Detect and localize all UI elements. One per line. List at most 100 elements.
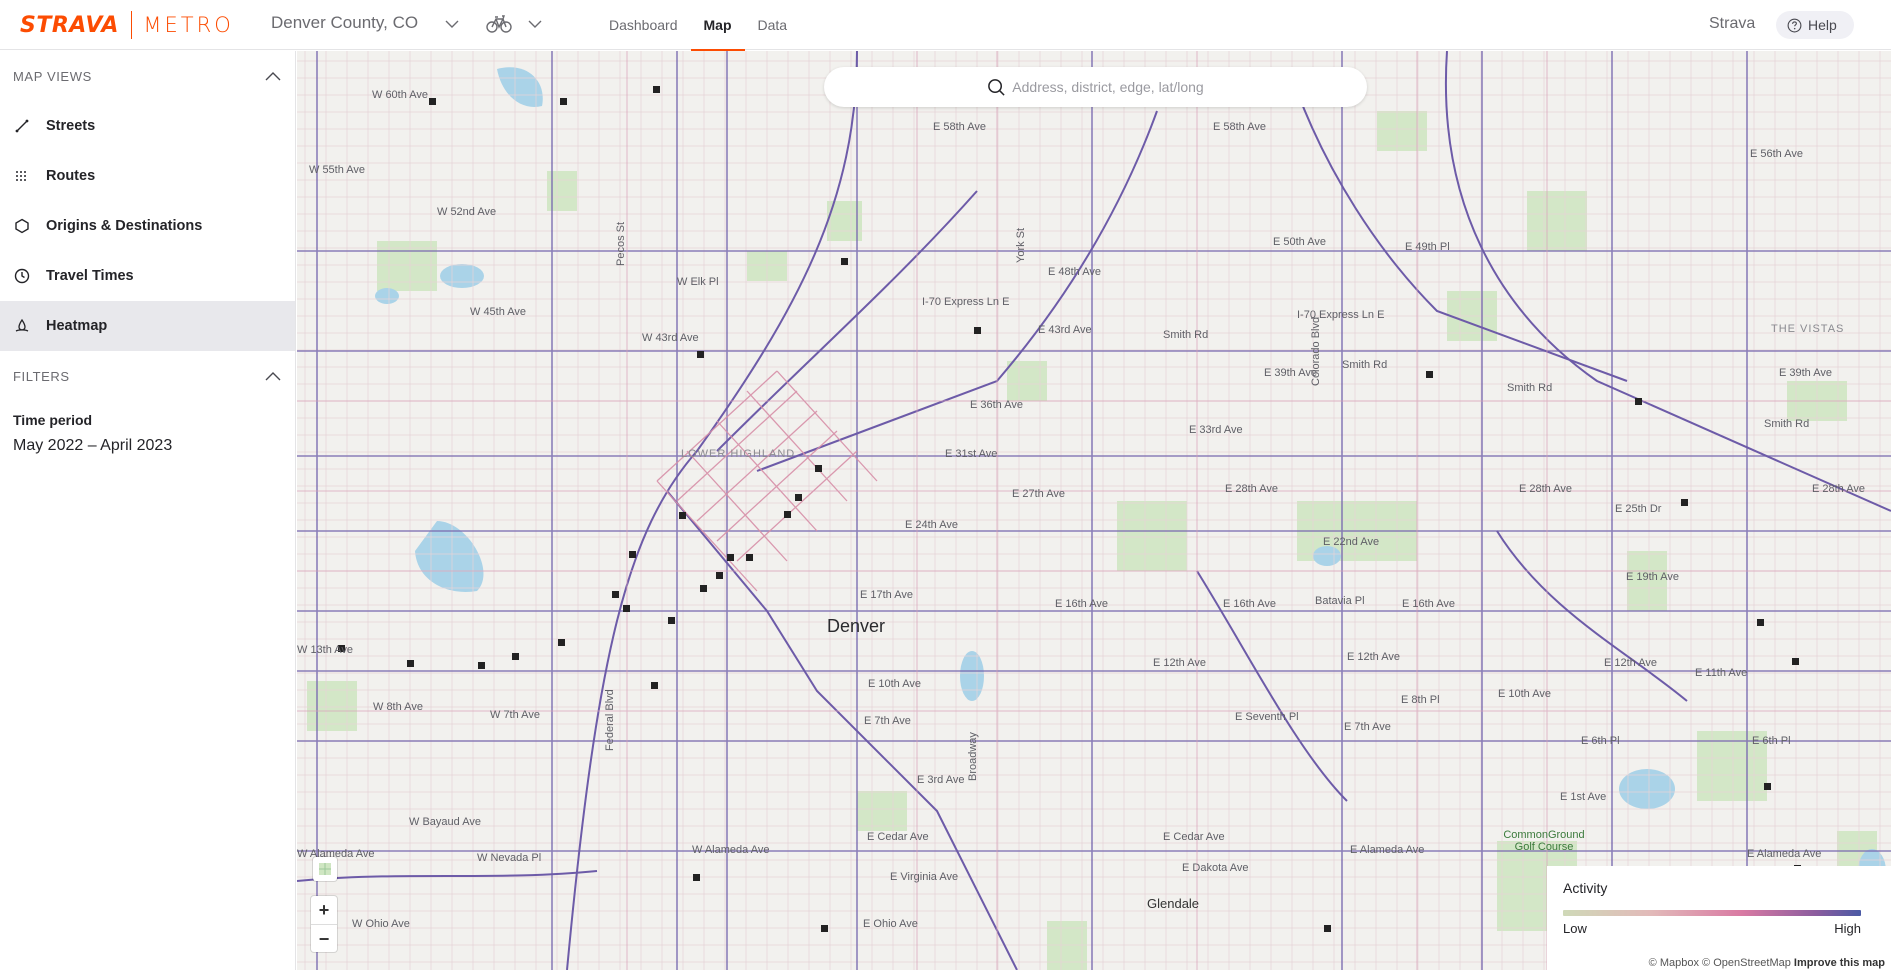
street-label: E 8th Pl bbox=[1401, 694, 1440, 706]
street-label: E 19th Ave bbox=[1626, 571, 1680, 583]
zoom-control: + − bbox=[311, 896, 337, 952]
tab-dashboard[interactable]: Dashboard bbox=[596, 0, 691, 50]
street-label: E 3rd Ave bbox=[917, 774, 965, 786]
layers-button[interactable] bbox=[313, 857, 337, 881]
map-views-title: MAP VIEWS bbox=[13, 68, 92, 84]
label-glendale: Glendale bbox=[1147, 896, 1200, 911]
street-label: W Elk Pl bbox=[677, 276, 719, 288]
street-label: E Seventh Pl bbox=[1235, 711, 1299, 723]
attribution-osm[interactable]: © OpenStreetMap bbox=[1702, 957, 1791, 969]
chevron-up-icon[interactable] bbox=[265, 371, 281, 381]
street-label: E Alameda Ave bbox=[1747, 848, 1822, 860]
street-label: E Cedar Ave bbox=[1163, 831, 1225, 843]
logo-strava-text: STRAVA bbox=[20, 12, 119, 38]
filters-header[interactable]: FILTERS bbox=[0, 351, 295, 401]
street-label: E Ohio Ave bbox=[863, 918, 918, 930]
street-label: E 10th Ave bbox=[1498, 688, 1552, 700]
street-label: E 16th Ave bbox=[1402, 598, 1456, 610]
strava-metro-logo[interactable]: STRAVA METRO bbox=[20, 10, 234, 40]
sidebar-item-streets[interactable]: Streets bbox=[0, 101, 295, 151]
street-label: E 43rd Ave bbox=[1038, 324, 1092, 336]
sidebar-item-label: Streets bbox=[46, 118, 96, 134]
street-label: W 43rd Ave bbox=[642, 332, 699, 344]
logo-metro-text: METRO bbox=[143, 13, 234, 37]
street-label: W 60th Ave bbox=[372, 89, 429, 101]
chevron-up-icon[interactable] bbox=[265, 71, 281, 81]
sidebar-item-label: Routes bbox=[46, 168, 96, 184]
chevron-down-icon[interactable] bbox=[527, 16, 543, 32]
map-views-header[interactable]: MAP VIEWS bbox=[0, 51, 295, 101]
tab-map[interactable]: Map bbox=[690, 0, 745, 51]
zoom-in-button[interactable]: + bbox=[311, 896, 337, 924]
street-label: E 7th Ave bbox=[1344, 721, 1391, 733]
sidebar: MAP VIEWS Streets Routes Origins & Desti… bbox=[0, 51, 296, 970]
attribution-mapbox[interactable]: © Mapbox bbox=[1649, 957, 1699, 969]
street-label: E 6th Pl bbox=[1752, 735, 1791, 747]
street-label: W 55th Ave bbox=[309, 164, 366, 176]
street-label: E 56th Ave bbox=[1750, 148, 1804, 160]
legend-title: Activity bbox=[1563, 880, 1608, 896]
street-label: W Bayaud Ave bbox=[409, 816, 481, 828]
bicycle-icon[interactable] bbox=[486, 13, 512, 35]
street-label: E 28th Ave bbox=[1225, 483, 1279, 495]
help-label: Help bbox=[1808, 17, 1837, 33]
account-link[interactable]: Strava bbox=[1709, 15, 1755, 33]
map-search-input[interactable]: Address, district, edge, lat/long bbox=[824, 67, 1367, 107]
improve-map-link[interactable]: Improve this map bbox=[1794, 957, 1885, 969]
street-label: E 7th Ave bbox=[864, 715, 911, 727]
street-label: Smith Rd bbox=[1342, 359, 1388, 371]
street-label: E 12th Ave bbox=[1153, 657, 1207, 669]
street-label: W Ohio Ave bbox=[352, 918, 410, 930]
street-label: E 27th Ave bbox=[1012, 488, 1066, 500]
street-label: E Dakota Ave bbox=[1182, 862, 1249, 874]
street-label: E 1st Ave bbox=[1560, 791, 1607, 803]
label-lower-highland: LOWER HIGHLAND bbox=[681, 448, 796, 460]
street-label: E 10th Ave bbox=[868, 678, 922, 690]
street-label: Batavia Pl bbox=[1315, 595, 1365, 607]
chevron-down-icon[interactable] bbox=[444, 16, 460, 32]
heatmap-icon bbox=[13, 318, 30, 335]
region-selector[interactable]: Denver County, CO bbox=[271, 13, 418, 33]
search-placeholder: Address, district, edge, lat/long bbox=[1012, 79, 1204, 95]
routes-icon bbox=[13, 168, 30, 185]
sidebar-item-heatmap[interactable]: Heatmap bbox=[0, 301, 295, 351]
label-the-vistas: THE VISTAS bbox=[1771, 323, 1845, 335]
street-label: E 36th Ave bbox=[970, 399, 1024, 411]
sidebar-item-label: Heatmap bbox=[46, 318, 108, 334]
sidebar-item-origins-destinations[interactable]: Origins & Destinations bbox=[0, 201, 295, 251]
street-label: E 17th Ave bbox=[860, 589, 914, 601]
street-label: E 28th Ave bbox=[1519, 483, 1573, 495]
legend-gradient-bar bbox=[1563, 910, 1861, 916]
street-label: E 33rd Ave bbox=[1189, 424, 1243, 436]
legend-high-label: High bbox=[1834, 921, 1861, 936]
legend-scale: Low High bbox=[1563, 921, 1861, 936]
street-label: W 7th Ave bbox=[490, 709, 540, 721]
layers-icon bbox=[319, 863, 331, 875]
sidebar-item-routes[interactable]: Routes bbox=[0, 151, 295, 201]
street-label: W 45th Ave bbox=[470, 306, 527, 318]
street-label: Broadway bbox=[967, 732, 979, 781]
activity-legend: Activity Low High bbox=[1547, 866, 1891, 970]
street-label: W 52nd Ave bbox=[437, 206, 497, 218]
sidebar-item-label: Travel Times bbox=[46, 268, 134, 284]
street-label: York St bbox=[1015, 227, 1027, 263]
street-label: Smith Rd bbox=[1507, 382, 1553, 394]
time-period-label: Time period bbox=[13, 412, 93, 428]
help-button[interactable]: Help bbox=[1776, 11, 1854, 39]
sidebar-item-travel-times[interactable]: Travel Times bbox=[0, 251, 295, 301]
street-label: E 25th Dr bbox=[1615, 503, 1662, 515]
tab-data[interactable]: Data bbox=[745, 0, 801, 50]
label-denver: Denver bbox=[827, 616, 886, 636]
zoom-out-button[interactable]: − bbox=[311, 924, 337, 952]
label-golf-course: CommonGround Golf Course bbox=[1503, 829, 1585, 853]
heatmap-map[interactable]: Denver LOWER HIGHLAND THE VISTAS Glendal… bbox=[297, 51, 1891, 970]
street-label: E 50th Ave bbox=[1273, 236, 1327, 248]
street-label: E 31st Ave bbox=[945, 448, 998, 460]
street-label: E Cedar Ave bbox=[867, 831, 929, 843]
street-label: E 16th Ave bbox=[1223, 598, 1277, 610]
street-label: E 58th Ave bbox=[933, 121, 987, 133]
filters-title: FILTERS bbox=[13, 368, 70, 384]
time-period-value[interactable]: May 2022 – April 2023 bbox=[0, 437, 295, 455]
top-bar: STRAVA METRO Denver County, CO Dashboard… bbox=[0, 0, 1891, 51]
street-label: E 24th Ave bbox=[905, 519, 959, 531]
